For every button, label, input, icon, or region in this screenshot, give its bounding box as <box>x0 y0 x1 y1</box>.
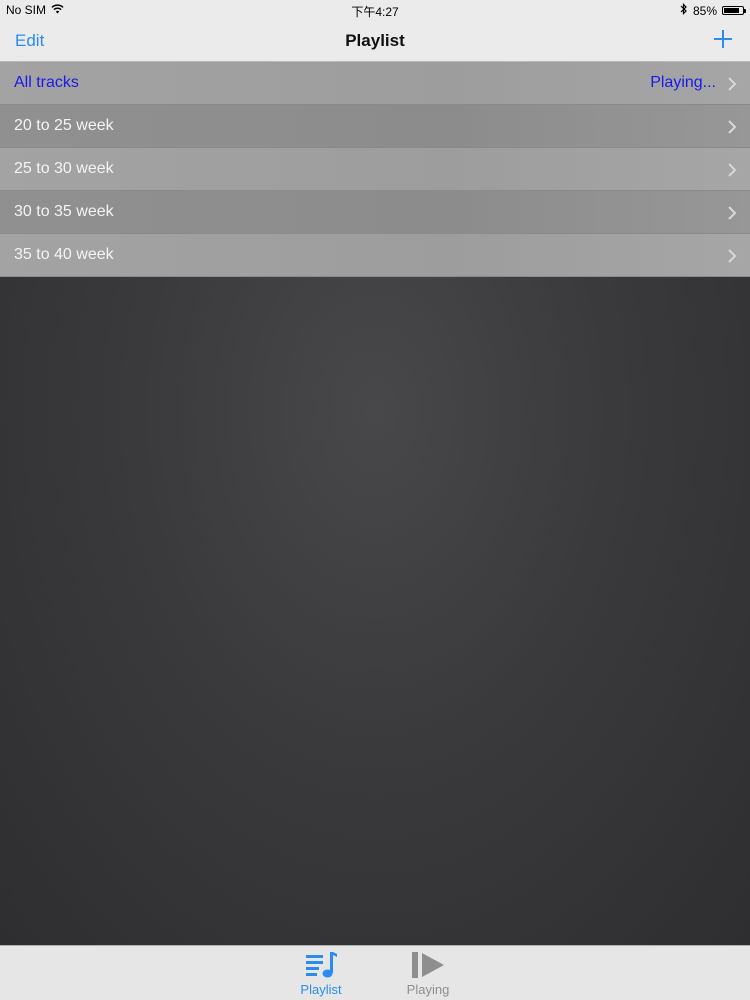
page-title: Playlist <box>345 31 405 50</box>
empty-content-area <box>0 277 750 945</box>
playlist-row-label: 20 to 25 week <box>14 117 114 134</box>
navigation-bar: Edit Playlist <box>0 20 750 62</box>
playlist-row-status: Playing... <box>650 74 716 91</box>
tab-bar: Playlist Playing <box>0 945 750 1000</box>
playlist-row-label: 25 to 30 week <box>14 160 114 177</box>
playlist-row[interactable]: 20 to 25 week <box>0 105 750 148</box>
chevron-right-icon <box>728 163 737 177</box>
status-time: 下午4:27 <box>351 5 399 19</box>
status-right: 85% <box>680 3 746 18</box>
add-playlist-button[interactable] <box>712 28 734 50</box>
playlist-row[interactable]: All tracks Playing... <box>0 62 750 105</box>
battery-percent: 85% <box>692 3 717 18</box>
tab-playlist[interactable]: Playlist <box>281 950 361 997</box>
tab-playing[interactable]: Playing <box>388 950 468 997</box>
tab-playlist-label: Playlist <box>300 982 342 997</box>
playlist-row-label: All tracks <box>14 74 79 91</box>
battery-icon <box>722 6 746 15</box>
chevron-right-icon <box>728 120 737 134</box>
chevron-right-icon <box>728 77 737 91</box>
playlist-row[interactable]: 30 to 35 week <box>0 191 750 234</box>
playlist-row[interactable]: 35 to 40 week <box>0 234 750 277</box>
tab-playing-label: Playing <box>406 982 450 997</box>
playlist-icon <box>306 952 337 978</box>
status-bar: No SIM 下午4:27 85% <box>0 0 750 20</box>
bluetooth-icon <box>680 3 688 18</box>
playlist-row-label: 30 to 35 week <box>14 203 114 220</box>
plus-icon <box>714 30 732 48</box>
play-icon <box>412 952 444 978</box>
battery-level <box>724 8 740 13</box>
playlist-row[interactable]: 25 to 30 week <box>0 148 750 191</box>
playlist-row-label: 35 to 40 week <box>14 246 114 263</box>
chevron-right-icon <box>728 206 737 220</box>
playlist-list: All tracks Playing... 20 to 25 week 25 to 3… <box>0 62 750 277</box>
chevron-right-icon <box>728 249 737 263</box>
